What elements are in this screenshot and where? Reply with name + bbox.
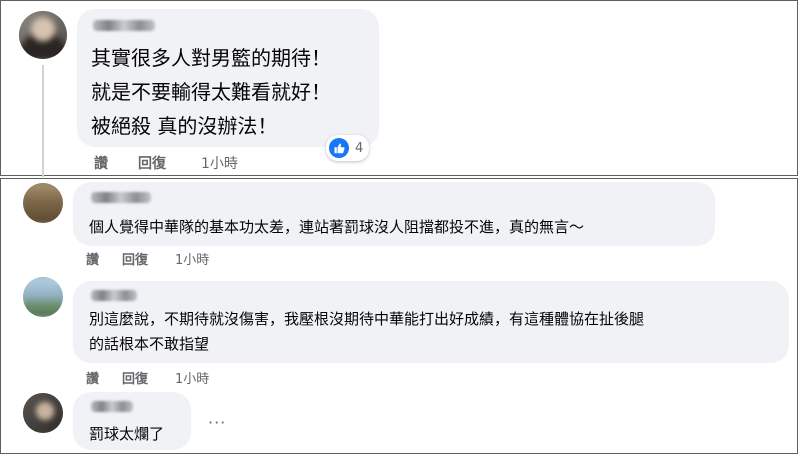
comment-text-line: 的話根本不敢指望 — [89, 335, 210, 353]
comment-actions: 讚 回復 1小時 — [1, 368, 401, 387]
like-button[interactable]: 讚 — [86, 249, 99, 268]
like-button[interactable]: 讚 — [94, 153, 108, 173]
comment-bubble: 罰球太爛了 — [73, 392, 191, 450]
comment-actions: 讚 回復 1小時 — [1, 249, 401, 268]
reply-button[interactable]: 回復 — [122, 368, 148, 387]
comment-panel-bottom: 個人覺得中華隊的基本功太差，連站著罰球沒人阻擋都投不進，真的無言～ 讚 回復 1… — [0, 178, 798, 454]
commenter-name[interactable] — [93, 20, 155, 31]
comment-text-line: 罰球太爛了 — [89, 425, 165, 443]
comment-text-line: 其實很多人對男籃的期待！ — [91, 46, 331, 70]
avatar[interactable] — [23, 393, 63, 433]
avatar[interactable] — [19, 11, 67, 59]
comment-panel-top: 其實很多人對男籃的期待！ 就是不要輸得太難看就好！ 被絕殺 真的沒辦法！ 4 讚… — [0, 0, 798, 177]
reply-button[interactable]: 回復 — [138, 153, 166, 173]
avatar[interactable] — [23, 277, 63, 317]
commenter-name[interactable] — [91, 192, 151, 203]
commenter-name[interactable] — [91, 401, 133, 412]
comment-bubble: 其實很多人對男籃的期待！ 就是不要輸得太難看就好！ 被絕殺 真的沒辦法！ — [77, 9, 379, 147]
comment-actions: 讚 回復 1小時 — [1, 153, 401, 173]
reply-button[interactable]: 回復 — [122, 249, 148, 268]
commenter-name[interactable] — [91, 290, 137, 301]
more-options-icon[interactable]: ··· — [208, 413, 226, 432]
comment-text-line: 就是不要輸得太難看就好！ — [91, 80, 331, 104]
avatar[interactable] — [23, 183, 63, 223]
comment-text-line: 個人覺得中華隊的基本功太差，連站著罰球沒人阻擋都投不進，真的無言～ — [89, 218, 585, 236]
like-button[interactable]: 讚 — [86, 368, 99, 387]
comment-bubble: 別這麼說，不期待就沒傷害，我壓根沒期待中華能打出好成績，有這種體協在扯後腿 的話… — [73, 281, 789, 363]
comment-text-line: 別這麼說，不期待就沒傷害，我壓根沒期待中華能打出好成績，有這種體協在扯後腿 — [89, 310, 645, 328]
timestamp[interactable]: 1小時 — [201, 153, 238, 173]
timestamp[interactable]: 1小時 — [175, 368, 209, 387]
timestamp[interactable]: 1小時 — [175, 249, 209, 268]
comment-bubble: 個人覺得中華隊的基本功太差，連站著罰球沒人阻擋都投不進，真的無言～ — [73, 182, 715, 246]
comment-text-line: 被絕殺 真的沒辦法！ — [91, 114, 278, 138]
